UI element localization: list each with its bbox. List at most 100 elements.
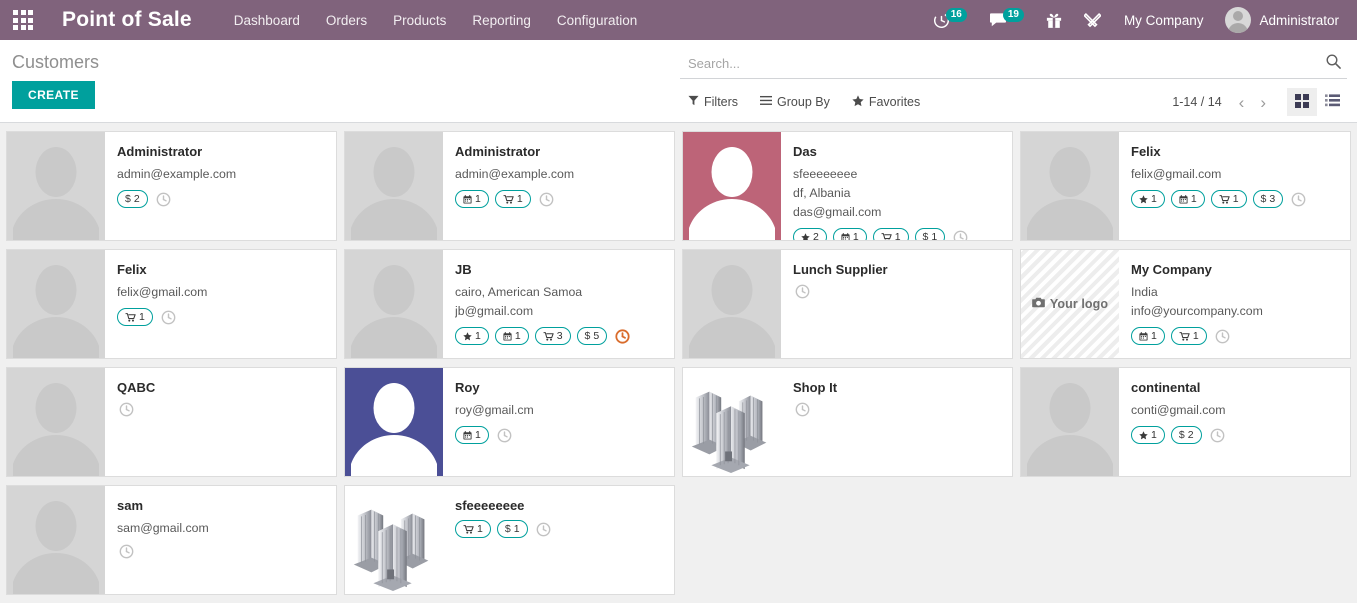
kanban-card[interactable]: Dassfeeeeeeeedf, Albaniadas@gmail.com211…	[682, 131, 1013, 241]
badge-calendar[interactable]: 1	[833, 228, 867, 241]
logo-upload-area[interactable]: Your logo	[1021, 250, 1119, 358]
badge-cart[interactable]: 3	[535, 327, 571, 345]
menu-item-configuration[interactable]: Configuration	[557, 13, 637, 28]
kanban-view-button[interactable]	[1287, 88, 1317, 116]
menu-item-orders[interactable]: Orders	[326, 13, 367, 28]
messages-button[interactable]: 19	[978, 0, 1035, 40]
pager-next-button[interactable]: ›	[1253, 94, 1273, 111]
card-badges: 111$3	[1131, 190, 1340, 208]
app-brand-title[interactable]: Point of Sale	[62, 8, 192, 32]
activity-status-button[interactable]	[119, 402, 134, 417]
badge-cart[interactable]: 1	[1171, 327, 1207, 345]
company-switcher[interactable]: My Company	[1112, 13, 1216, 28]
favorites-dropdown[interactable]: Favorites	[852, 95, 920, 110]
menu-item-reporting[interactable]: Reporting	[472, 13, 531, 28]
kanban-card[interactable]: samsam@gmail.com	[6, 485, 337, 595]
contact-avatar-image	[7, 486, 105, 594]
card-detail-line: roy@gmail.cm	[455, 401, 664, 420]
activity-status-button[interactable]	[1215, 329, 1230, 344]
list-view-button[interactable]	[1317, 88, 1347, 116]
badge-cart[interactable]: 1	[1211, 190, 1247, 208]
badge-calendar[interactable]: 1	[455, 426, 489, 444]
kanban-card[interactable]: Administratoradmin@example.com11	[344, 131, 675, 241]
kanban-card[interactable]: Royroy@gmail.cm1	[344, 367, 675, 477]
activity-clock-icon	[795, 284, 810, 299]
activity-status-button[interactable]	[1210, 428, 1225, 443]
gift-promotions-button[interactable]	[1035, 0, 1073, 40]
badge-cart[interactable]: 1	[455, 520, 491, 538]
contact-avatar-image	[1021, 132, 1119, 240]
filters-dropdown[interactable]: Filters	[688, 95, 738, 109]
activity-status-button[interactable]	[156, 192, 171, 207]
menu-item-products[interactable]: Products	[393, 13, 446, 28]
activity-status-button[interactable]	[536, 522, 551, 537]
activity-status-button[interactable]	[161, 310, 176, 325]
activities-button[interactable]: 16	[922, 0, 978, 40]
badge-dollar[interactable]: $2	[117, 190, 148, 208]
activity-clock-icon	[1215, 329, 1230, 344]
wrench-tools-icon	[1084, 12, 1101, 29]
activity-status-button[interactable]	[953, 230, 968, 242]
badge-cart[interactable]: 1	[117, 308, 153, 326]
kanban-card[interactable]: Shop It	[682, 367, 1013, 477]
activity-status-button[interactable]	[119, 544, 134, 559]
kanban-card[interactable]: Administratoradmin@example.com$2	[6, 131, 337, 241]
search-input[interactable]	[688, 56, 1322, 71]
cart-icon	[125, 313, 136, 322]
search-button[interactable]	[1322, 54, 1345, 72]
badge-star[interactable]: 1	[1131, 426, 1165, 444]
cart-icon	[881, 233, 892, 242]
activity-status-button[interactable]	[795, 402, 810, 417]
badge-dollar[interactable]: $3	[1253, 190, 1284, 208]
badge-dollar[interactable]: $1	[497, 520, 528, 538]
badge-star[interactable]: 1	[1131, 190, 1165, 208]
badge-count: 1	[514, 524, 520, 535]
activity-status-button[interactable]	[615, 329, 630, 344]
contact-avatar-image	[345, 132, 443, 240]
contact-avatar-image	[345, 250, 443, 358]
logo-placeholder-text: Your logo	[1050, 297, 1108, 311]
badge-cart[interactable]: 1	[495, 190, 531, 208]
badge-calendar[interactable]: 1	[455, 190, 489, 208]
kanban-view: Administratoradmin@example.com$2Administ…	[0, 123, 1357, 603]
badge-calendar[interactable]: 1	[1171, 190, 1205, 208]
badge-star[interactable]: 1	[455, 327, 489, 345]
apps-launcher-button[interactable]	[0, 0, 46, 40]
badge-star[interactable]: 2	[793, 228, 827, 241]
kanban-card[interactable]: Felixfelix@gmail.com111$3	[1020, 131, 1351, 241]
card-detail-line: admin@example.com	[117, 165, 326, 184]
pager-previous-button[interactable]: ‹	[1232, 94, 1252, 111]
badge-dollar[interactable]: $5	[577, 327, 608, 345]
dollar-icon: $	[505, 524, 511, 535]
badge-count: 1	[477, 524, 483, 535]
kanban-card[interactable]: JBcairo, American Samoajb@gmail.com113$5	[344, 249, 675, 359]
developer-tools-button[interactable]	[1073, 0, 1112, 40]
card-body: JBcairo, American Samoajb@gmail.com113$5	[443, 250, 674, 358]
activity-clock-icon	[1210, 428, 1225, 443]
kanban-card[interactable]: sfeeeeeeee1$1	[344, 485, 675, 595]
kanban-card[interactable]: Your logoMy CompanyIndiainfo@yourcompany…	[1020, 249, 1351, 359]
create-button[interactable]: CREATE	[12, 81, 95, 109]
activity-clock-icon	[119, 402, 134, 417]
card-title: continental	[1131, 379, 1340, 396]
pager-counter: 1-14 / 14	[1172, 95, 1221, 109]
group-by-dropdown[interactable]: Group By	[760, 95, 830, 109]
user-menu[interactable]: Administrator	[1215, 7, 1345, 33]
activity-status-button[interactable]	[795, 284, 810, 299]
badge-dollar[interactable]: $1	[915, 228, 946, 241]
kanban-card[interactable]: Lunch Supplier	[682, 249, 1013, 359]
badge-count: 1	[1233, 194, 1239, 205]
kanban-card[interactable]: Felixfelix@gmail.com1	[6, 249, 337, 359]
kanban-card[interactable]: continentalconti@gmail.com1$2	[1020, 367, 1351, 477]
badge-dollar[interactable]: $2	[1171, 426, 1202, 444]
activity-status-button[interactable]	[497, 428, 512, 443]
search-bar[interactable]	[680, 40, 1347, 79]
badge-calendar[interactable]: 1	[495, 327, 529, 345]
badge-calendar[interactable]: 1	[1131, 327, 1165, 345]
activity-status-button[interactable]	[539, 192, 554, 207]
badge-cart[interactable]: 1	[873, 228, 909, 241]
kanban-card[interactable]: QABC	[6, 367, 337, 477]
menu-item-dashboard[interactable]: Dashboard	[234, 13, 300, 28]
activity-status-button[interactable]	[1291, 192, 1306, 207]
control-panel-left: Customers CREATE	[0, 40, 672, 122]
